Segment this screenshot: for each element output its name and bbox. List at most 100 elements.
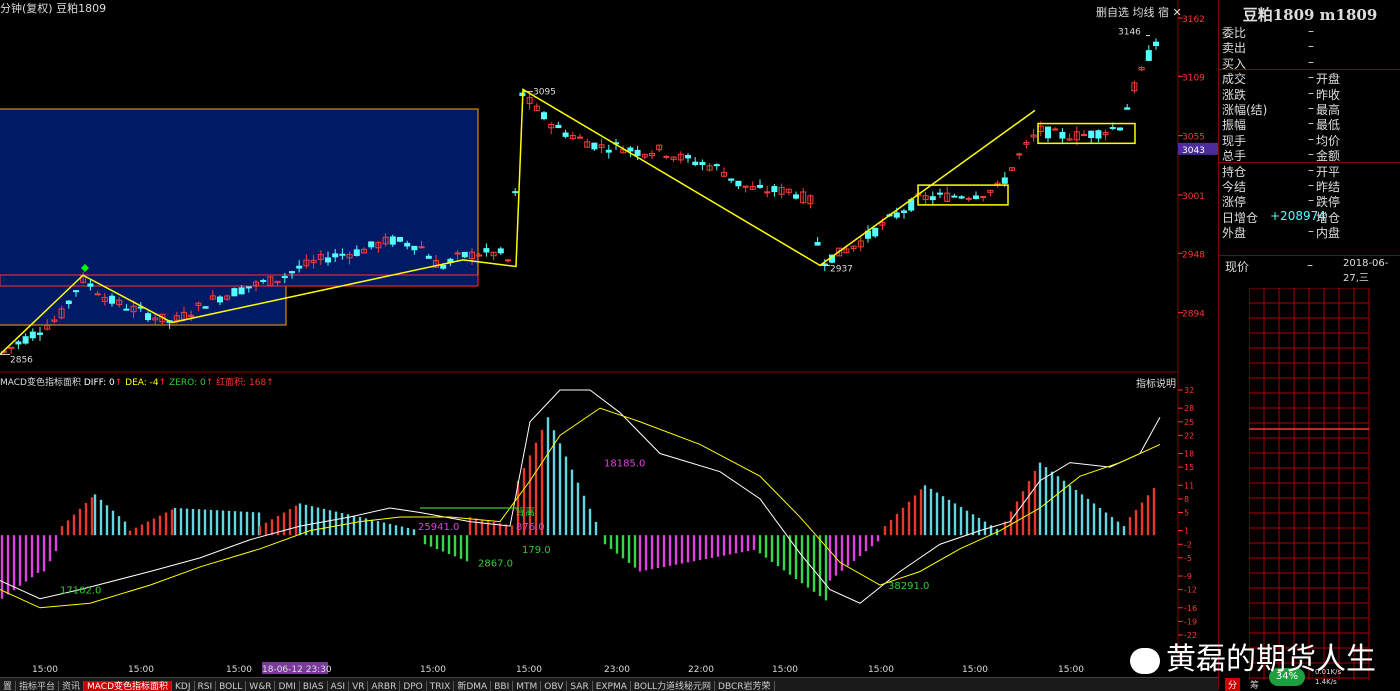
candle-body bbox=[814, 241, 821, 246]
candle-body bbox=[245, 286, 252, 289]
tab-chou[interactable]: 筹 bbox=[1247, 678, 1262, 691]
extreme-price-label: 2937 bbox=[830, 264, 853, 274]
candle-body bbox=[577, 136, 583, 139]
quote-row: 外盘 – 内盘 bbox=[1222, 224, 1341, 241]
candle-body bbox=[37, 332, 43, 335]
time-tick: 15:00 bbox=[128, 665, 154, 675]
candle-body bbox=[202, 306, 209, 309]
candle-body bbox=[22, 336, 29, 344]
candle-body bbox=[476, 254, 483, 257]
macd-tick: 22 bbox=[1184, 431, 1194, 440]
candle-body bbox=[634, 149, 641, 156]
candle-body bbox=[973, 195, 979, 200]
candle-body bbox=[8, 346, 15, 349]
dea-line bbox=[0, 407, 1161, 609]
macd-tick: 5 bbox=[1184, 509, 1189, 518]
candle-body bbox=[15, 341, 22, 345]
candle-body bbox=[1016, 153, 1023, 156]
macd-tick: -12 bbox=[1184, 586, 1197, 595]
candle-body bbox=[929, 196, 936, 201]
tab-fen[interactable]: 分 bbox=[1225, 678, 1241, 691]
macd-tick: -5 bbox=[1184, 554, 1192, 563]
quote-row: 涨跌 – 昨收 bbox=[1222, 85, 1341, 102]
time-tick: 22:00 bbox=[688, 665, 714, 675]
quote-row: 日增仓 +208974 增仓 bbox=[1222, 208, 1341, 225]
candle-body bbox=[685, 155, 691, 159]
candle-body bbox=[627, 147, 634, 152]
candle-body bbox=[425, 255, 432, 259]
extreme-price-label: 3095 bbox=[533, 88, 556, 98]
candle-body bbox=[483, 248, 490, 253]
macd-histogram bbox=[0, 417, 1156, 601]
area-label: 38291.0 bbox=[888, 581, 929, 592]
candle-body bbox=[353, 249, 360, 256]
watermark: 黄磊的期货人生 bbox=[1130, 634, 1376, 678]
weibo-icon bbox=[1130, 647, 1160, 674]
candle-body bbox=[332, 253, 339, 258]
candle-body bbox=[289, 271, 295, 274]
time-tick: 15:00 bbox=[420, 665, 446, 675]
candle-body bbox=[454, 252, 461, 255]
candle-body bbox=[217, 296, 223, 303]
macd-chart: 背离 17102.0 25941.0 2867.0 876.0 179.0 18185.0… bbox=[0, 373, 1197, 675]
candle-body bbox=[109, 295, 115, 304]
candle-body bbox=[771, 186, 778, 193]
candle-body bbox=[1059, 131, 1066, 139]
candle-body bbox=[1124, 107, 1131, 110]
quote-row: 振幅 – 最低 bbox=[1222, 116, 1341, 133]
candle-body bbox=[368, 241, 375, 248]
candle-body bbox=[145, 313, 151, 321]
candle-body bbox=[555, 124, 562, 129]
area-label: 17102.0 bbox=[60, 586, 101, 597]
area-label: 876.0 bbox=[516, 522, 545, 533]
ma-button[interactable]: 均线 bbox=[1133, 6, 1155, 19]
price-tick: 2894 bbox=[1182, 310, 1205, 320]
quote-row: 成交 – 开盘 bbox=[1222, 70, 1341, 87]
candle-body bbox=[411, 245, 418, 251]
candle-body bbox=[764, 191, 771, 194]
macd-tick: -16 bbox=[1184, 604, 1197, 613]
candle-body bbox=[260, 279, 267, 282]
extreme-price-label: 3146 bbox=[1118, 28, 1141, 38]
close-icon[interactable]: ✕ bbox=[1173, 6, 1182, 19]
candle-body bbox=[505, 259, 511, 262]
menu-button[interactable]: 宿 bbox=[1158, 6, 1169, 19]
price-tick: 3055 bbox=[1182, 133, 1205, 143]
consolidation-box-1 bbox=[0, 109, 478, 286]
candle-body bbox=[951, 195, 958, 198]
candle-body bbox=[94, 293, 101, 296]
quote-row: 买入 – bbox=[1222, 54, 1314, 71]
candle-body bbox=[497, 248, 504, 254]
area-label: 2867.0 bbox=[478, 558, 513, 569]
yellow-box-2 bbox=[1037, 122, 1136, 145]
candle-body bbox=[728, 178, 735, 181]
quote-row: 今结 – 昨结 bbox=[1222, 178, 1341, 194]
area-label: 25941.0 bbox=[418, 522, 459, 533]
candle-body bbox=[397, 237, 403, 242]
candle-body bbox=[541, 112, 547, 120]
area-label: 179.0 bbox=[522, 545, 551, 556]
candle-body bbox=[339, 253, 346, 256]
macd-tick: 25 bbox=[1184, 418, 1194, 427]
remove-fav-button[interactable]: 删自选 bbox=[1096, 6, 1129, 19]
candle-body bbox=[713, 164, 720, 167]
candle-body bbox=[1117, 127, 1123, 131]
time-tick: 23:00 bbox=[604, 665, 630, 675]
candle-body bbox=[325, 257, 331, 263]
quote-row: 涨停 – 跌停 bbox=[1222, 193, 1341, 210]
candle-body bbox=[958, 196, 965, 199]
candle-body bbox=[29, 331, 36, 339]
candle-body bbox=[793, 194, 799, 199]
price-axis: 3162 3109 3055 3001 2948 2894 3043 bbox=[1178, 15, 1218, 320]
macd-tick: 11 bbox=[1184, 481, 1194, 490]
candle-body bbox=[699, 162, 706, 166]
candle-body bbox=[238, 287, 245, 295]
quote-row: 持仓 – 开平 bbox=[1222, 162, 1341, 179]
candle-body bbox=[296, 265, 303, 269]
candle-body bbox=[1045, 126, 1051, 139]
macd-tick: -19 bbox=[1184, 617, 1197, 626]
candle-body bbox=[1095, 130, 1102, 139]
candle-body bbox=[663, 155, 670, 158]
indicator-tab-bar: 置指标平台 资讯 MACD变色指标面积 KDJ RSI BOLL W&R DMI BIAS ASI… bbox=[0, 677, 1218, 691]
quote-panel: 豆粕1809 m1809 委比 – 卖出 – 买入 – 成交 – 开盘 涨跌 – 昨收 涨幅(结) – 最高… bbox=[1218, 0, 1400, 691]
